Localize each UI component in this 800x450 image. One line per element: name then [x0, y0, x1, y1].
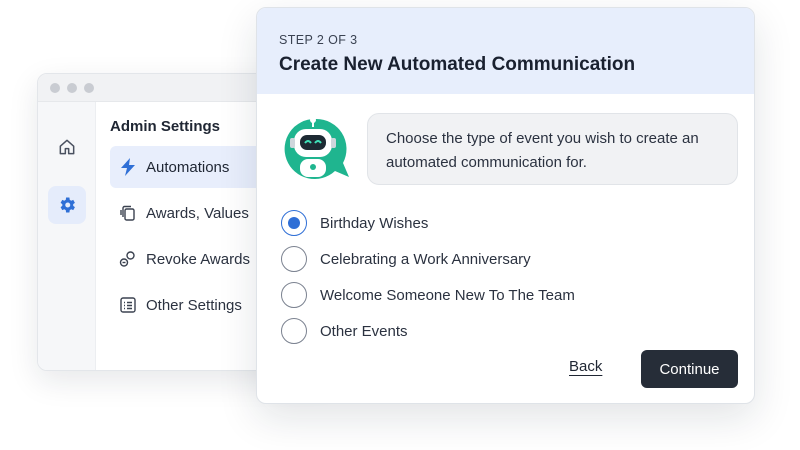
radio-button[interactable] [281, 246, 307, 272]
window-dot [84, 82, 94, 93]
window-dot [50, 82, 60, 93]
option-welcome-new[interactable]: Welcome Someone New To The Team [281, 277, 575, 313]
radio-button-selected[interactable] [281, 210, 307, 236]
gear-icon [60, 197, 75, 213]
robot-avatar-icon [277, 113, 353, 181]
option-label: Other Events [320, 322, 408, 340]
option-other-events[interactable]: Other Events [281, 313, 575, 349]
lightning-icon [119, 158, 137, 176]
continue-button[interactable]: Continue [641, 350, 738, 388]
rail-settings-button[interactable] [47, 186, 86, 224]
menu-item-label: Other Settings [146, 296, 242, 314]
radio-button[interactable] [281, 282, 307, 308]
option-work-anniversary[interactable]: Celebrating a Work Anniversary [281, 241, 575, 277]
dialog-header: STEP 2 OF 3 Create New Automated Communi… [257, 8, 754, 94]
cards-icon [119, 204, 137, 222]
rail-home-button[interactable] [48, 128, 86, 166]
dialog-title: Create New Automated Communication [279, 54, 636, 75]
revoke-icon [119, 250, 137, 268]
back-button[interactable]: Back [569, 358, 602, 375]
event-type-options: Birthday Wishes Celebrating a Work Anniv… [281, 205, 575, 349]
radio-button[interactable] [281, 318, 307, 344]
home-icon [59, 139, 74, 155]
menu-item-label: Automations [146, 158, 230, 176]
admin-rail [38, 102, 96, 370]
prompt-message: Choose the type of event you wish to cre… [367, 113, 738, 185]
option-label: Welcome Someone New To The Team [320, 286, 575, 304]
menu-item-label: Revoke Awards [146, 250, 250, 268]
create-communication-dialog: STEP 2 OF 3 Create New Automated Communi… [256, 7, 755, 404]
option-label: Birthday Wishes [320, 214, 429, 232]
window-dot [67, 82, 77, 93]
option-birthday-wishes[interactable]: Birthday Wishes [281, 205, 575, 241]
settings-list-icon [119, 296, 137, 314]
option-label: Celebrating a Work Anniversary [320, 250, 531, 268]
menu-item-label: Awards, Values [146, 204, 249, 222]
step-indicator: STEP 2 OF 3 [279, 33, 358, 47]
